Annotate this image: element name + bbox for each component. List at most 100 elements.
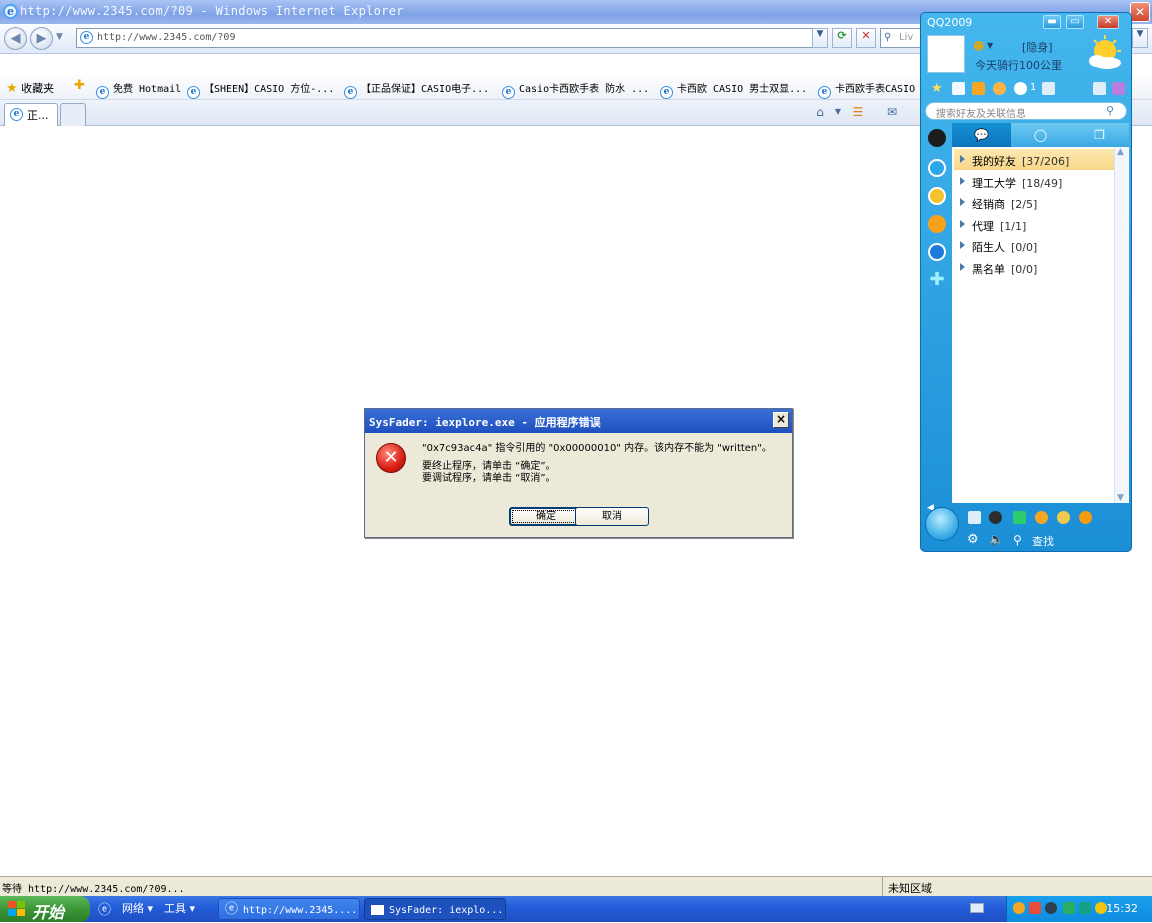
start-button[interactable]: 开始 [0,896,90,922]
buddy-icon[interactable] [989,511,1002,524]
tools-menu[interactable]: 工具 ▾ [164,900,195,916]
video-icon[interactable] [1079,511,1092,524]
mail-icon[interactable] [952,82,965,95]
notes-icon[interactable] [1042,82,1055,95]
sound-icon[interactable]: 🔈 [989,532,1004,546]
main-menu-button[interactable] [925,507,959,541]
scroll-down-icon[interactable]: ▼ [1117,493,1124,503]
favorites-star-icon: ★ [6,81,18,96]
network-menu[interactable]: 网络 ▾ [122,900,153,916]
new-tab-button[interactable] [60,103,86,126]
error-icon: ✕ [376,443,406,473]
tab-groups[interactable]: ◯ [1011,123,1070,147]
home-dropdown-icon[interactable]: ▼ [830,104,846,120]
clock[interactable]: 15:32 [1106,902,1138,915]
music-icon[interactable] [928,215,946,233]
mobile-icon[interactable] [968,511,981,524]
history-dropdown-icon[interactable]: ▼ [56,32,63,42]
task-button-ie[interactable]: ⓔ http://www.2345.... [218,898,360,920]
qq-close-button[interactable]: ✕ [1097,15,1119,29]
security-tray-icon[interactable] [1045,902,1057,914]
app-box-icon[interactable] [1112,82,1125,95]
network-tray-icon[interactable] [1063,902,1075,914]
find-search-icon[interactable]: ⚲ [1013,533,1022,547]
find-button[interactable]: 查找 [1032,533,1054,549]
dialog-close-button[interactable]: × [773,412,789,428]
window-task-icon [371,905,384,915]
status-smile-icon[interactable]: ☻ [973,40,984,53]
ok-button[interactable]: 确定 [509,507,583,526]
pet-face-icon[interactable] [1035,511,1048,524]
quicklaunch-ie-icon[interactable]: ⓔ [98,899,111,918]
stop-button[interactable]: ✕ [856,28,876,48]
add-favorite-icon[interactable]: ✚ [74,78,85,93]
favorites-center-button[interactable]: ★ 收藏夹 [6,80,54,96]
contact-group-0[interactable]: 我的好友 [37/206] [954,149,1116,170]
qq-main-panel: QQ2009 ▬ ▭ ✕ ☻ ▼ [隐身] 今天骑行100公里 ★ 1 搜索好友… [920,12,1132,552]
favorite-link-4[interactable]: e Casio卡西欧手表 防水 ... [502,80,649,99]
contact-group-3[interactable]: 代理 [1/1] [954,214,1116,235]
smile-face-icon[interactable] [1057,511,1070,524]
qq-tray-icon[interactable] [1013,902,1025,914]
search-icon[interactable]: ⚲ [1106,104,1114,117]
game-icon[interactable] [928,187,946,205]
qzone-icon[interactable] [928,159,946,177]
cancel-button[interactable]: 取消 [575,507,649,526]
address-dropdown-button[interactable]: ▼ [812,28,828,48]
qq-minimize-button[interactable]: ▭ [1066,15,1084,29]
feeds-icon[interactable]: ☰ [850,104,866,120]
qq-toolbar: ★ 1 [921,79,1131,99]
dialog-title-bar[interactable]: SysFader: iexplore.exe - 应用程序错误 [365,409,792,433]
favorite-link-2[interactable]: e 【SHEEN】CASIO 方位-... [187,80,334,99]
search-input[interactable]: ⚲ Liv [880,28,922,48]
qq-skin-button[interactable]: ▬ [1043,15,1061,29]
refresh-button[interactable]: ⟳ [832,28,852,48]
msn-icon[interactable] [928,243,946,261]
message-box-icon[interactable] [1093,82,1106,95]
contact-group-2[interactable]: 经销商 [2/5] [954,192,1116,213]
contact-group-1[interactable]: 理工大学 [18/49] [954,171,1116,192]
friend-search-input[interactable]: 搜索好友及关联信息 ⚲ [925,102,1127,120]
favorite-link-1[interactable]: e 免费 Hotmail [96,80,181,99]
avatar[interactable] [927,35,965,73]
tab-contacts[interactable]: 💬 [952,123,1011,147]
volume-tray-icon[interactable] [1029,902,1041,914]
expand-arrow-icon [960,177,965,185]
wallet-icon[interactable] [1014,82,1027,95]
status-text: 等待 http://www.2345.com/?09... [2,884,185,895]
friend-list-scrollbar[interactable]: ▲ ▼ [1114,147,1128,503]
favorite-star-icon[interactable]: ★ [931,82,944,95]
plugin-icon[interactable] [1013,511,1026,524]
forward-button[interactable]: ▶ [30,27,53,50]
add-plus-icon[interactable]: ✚ [928,271,946,289]
windows-flag-icon [8,901,26,917]
address-bar[interactable]: e http://www.2345.com/?09 [76,28,828,48]
keyboard-icon[interactable] [970,903,984,913]
search-dropdown-button[interactable]: ▼ [1132,28,1148,48]
shield-tray-icon[interactable] [1079,902,1091,914]
tab-recent[interactable]: ❐ [1070,123,1129,147]
weather-sun-icon[interactable] [1083,35,1125,73]
task-button-sysfader[interactable]: SysFader: iexplo... [364,898,506,920]
online-status[interactable]: [隐身] [1022,39,1053,55]
back-button[interactable]: ◀ [4,27,27,50]
pet-icon[interactable] [993,82,1006,95]
personal-signature[interactable]: 今天骑行100公里 [975,57,1062,73]
favorite-link-3[interactable]: e 【正品保证】CASIO电子... [344,80,489,99]
tab-current[interactable]: e 正... [4,103,58,126]
home-icon[interactable]: ⌂ [812,104,828,120]
qq-penguin-icon[interactable] [928,129,946,147]
settings-gear-icon[interactable]: ⚙ [967,532,979,547]
update-tray-icon[interactable] [1095,902,1107,914]
favorite-link-6[interactable]: e 卡西欧手表CASIO [818,80,915,99]
ie-close-button[interactable]: ✕ [1130,2,1150,22]
contact-group-5[interactable]: 黑名单 [0/0] [954,257,1116,278]
favorite-link-5[interactable]: e 卡西欧 CASIO 男士双显... [660,80,807,99]
contact-group-4[interactable]: 陌生人 [0/0] [954,235,1116,256]
dialog-message-line-1: "0x7c93ac4a" 指令引用的 "0x00000010" 内存。该内存不能… [422,443,772,454]
mail-icon[interactable]: ✉ [884,104,900,120]
security-zone[interactable]: 未知区域 [882,877,1152,896]
scroll-up-icon[interactable]: ▲ [1117,147,1124,157]
status-dropdown-icon[interactable]: ▼ [987,41,993,50]
shop-icon[interactable] [972,82,985,95]
